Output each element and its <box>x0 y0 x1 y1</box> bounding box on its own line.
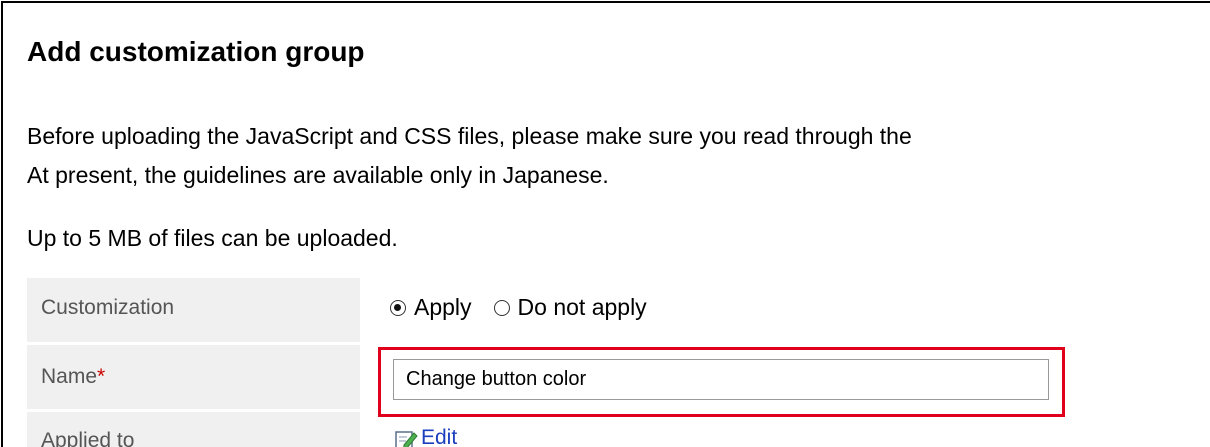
edit-link-label[interactable]: Edit <box>421 426 457 447</box>
radio-do-not-apply[interactable]: Do not apply <box>493 294 647 321</box>
customization-label: Customization <box>41 296 175 319</box>
name-label: Name <box>41 365 98 388</box>
intro-line-guidelines: Before uploading the JavaScript and CSS … <box>27 123 912 149</box>
radio-do-not-apply-unselected-icon[interactable] <box>493 299 510 316</box>
radio-apply-selected-icon[interactable] <box>390 299 406 316</box>
name-label-cell: Name* <box>27 345 360 409</box>
applied-to-label-cell: Applied to <box>27 412 360 447</box>
radio-do-not-apply-label[interactable]: Do not apply <box>518 294 647 321</box>
name-input[interactable] <box>393 359 1049 400</box>
customization-label-cell: Customization <box>27 278 360 342</box>
customization-radio-group: Apply Do not apply <box>390 294 647 321</box>
add-customization-group-panel: Add customization group Before uploading… <box>0 0 1210 447</box>
radio-apply-label[interactable]: Apply <box>414 294 472 321</box>
radio-apply[interactable]: Apply <box>390 294 472 321</box>
page-title: Add customization group <box>27 36 365 67</box>
intro-line-japanese-only: At present, the guidelines are available… <box>27 162 609 188</box>
required-asterisk: * <box>97 365 106 388</box>
upload-limit-note: Up to 5 MB of files can be uploaded. <box>27 225 398 251</box>
edit-link[interactable]: Edit <box>394 426 457 447</box>
intro-text: Before uploading the JavaScript and CSS … <box>27 117 912 195</box>
applied-to-label: Applied to <box>41 429 135 447</box>
pencil-edit-icon[interactable] <box>394 428 418 447</box>
